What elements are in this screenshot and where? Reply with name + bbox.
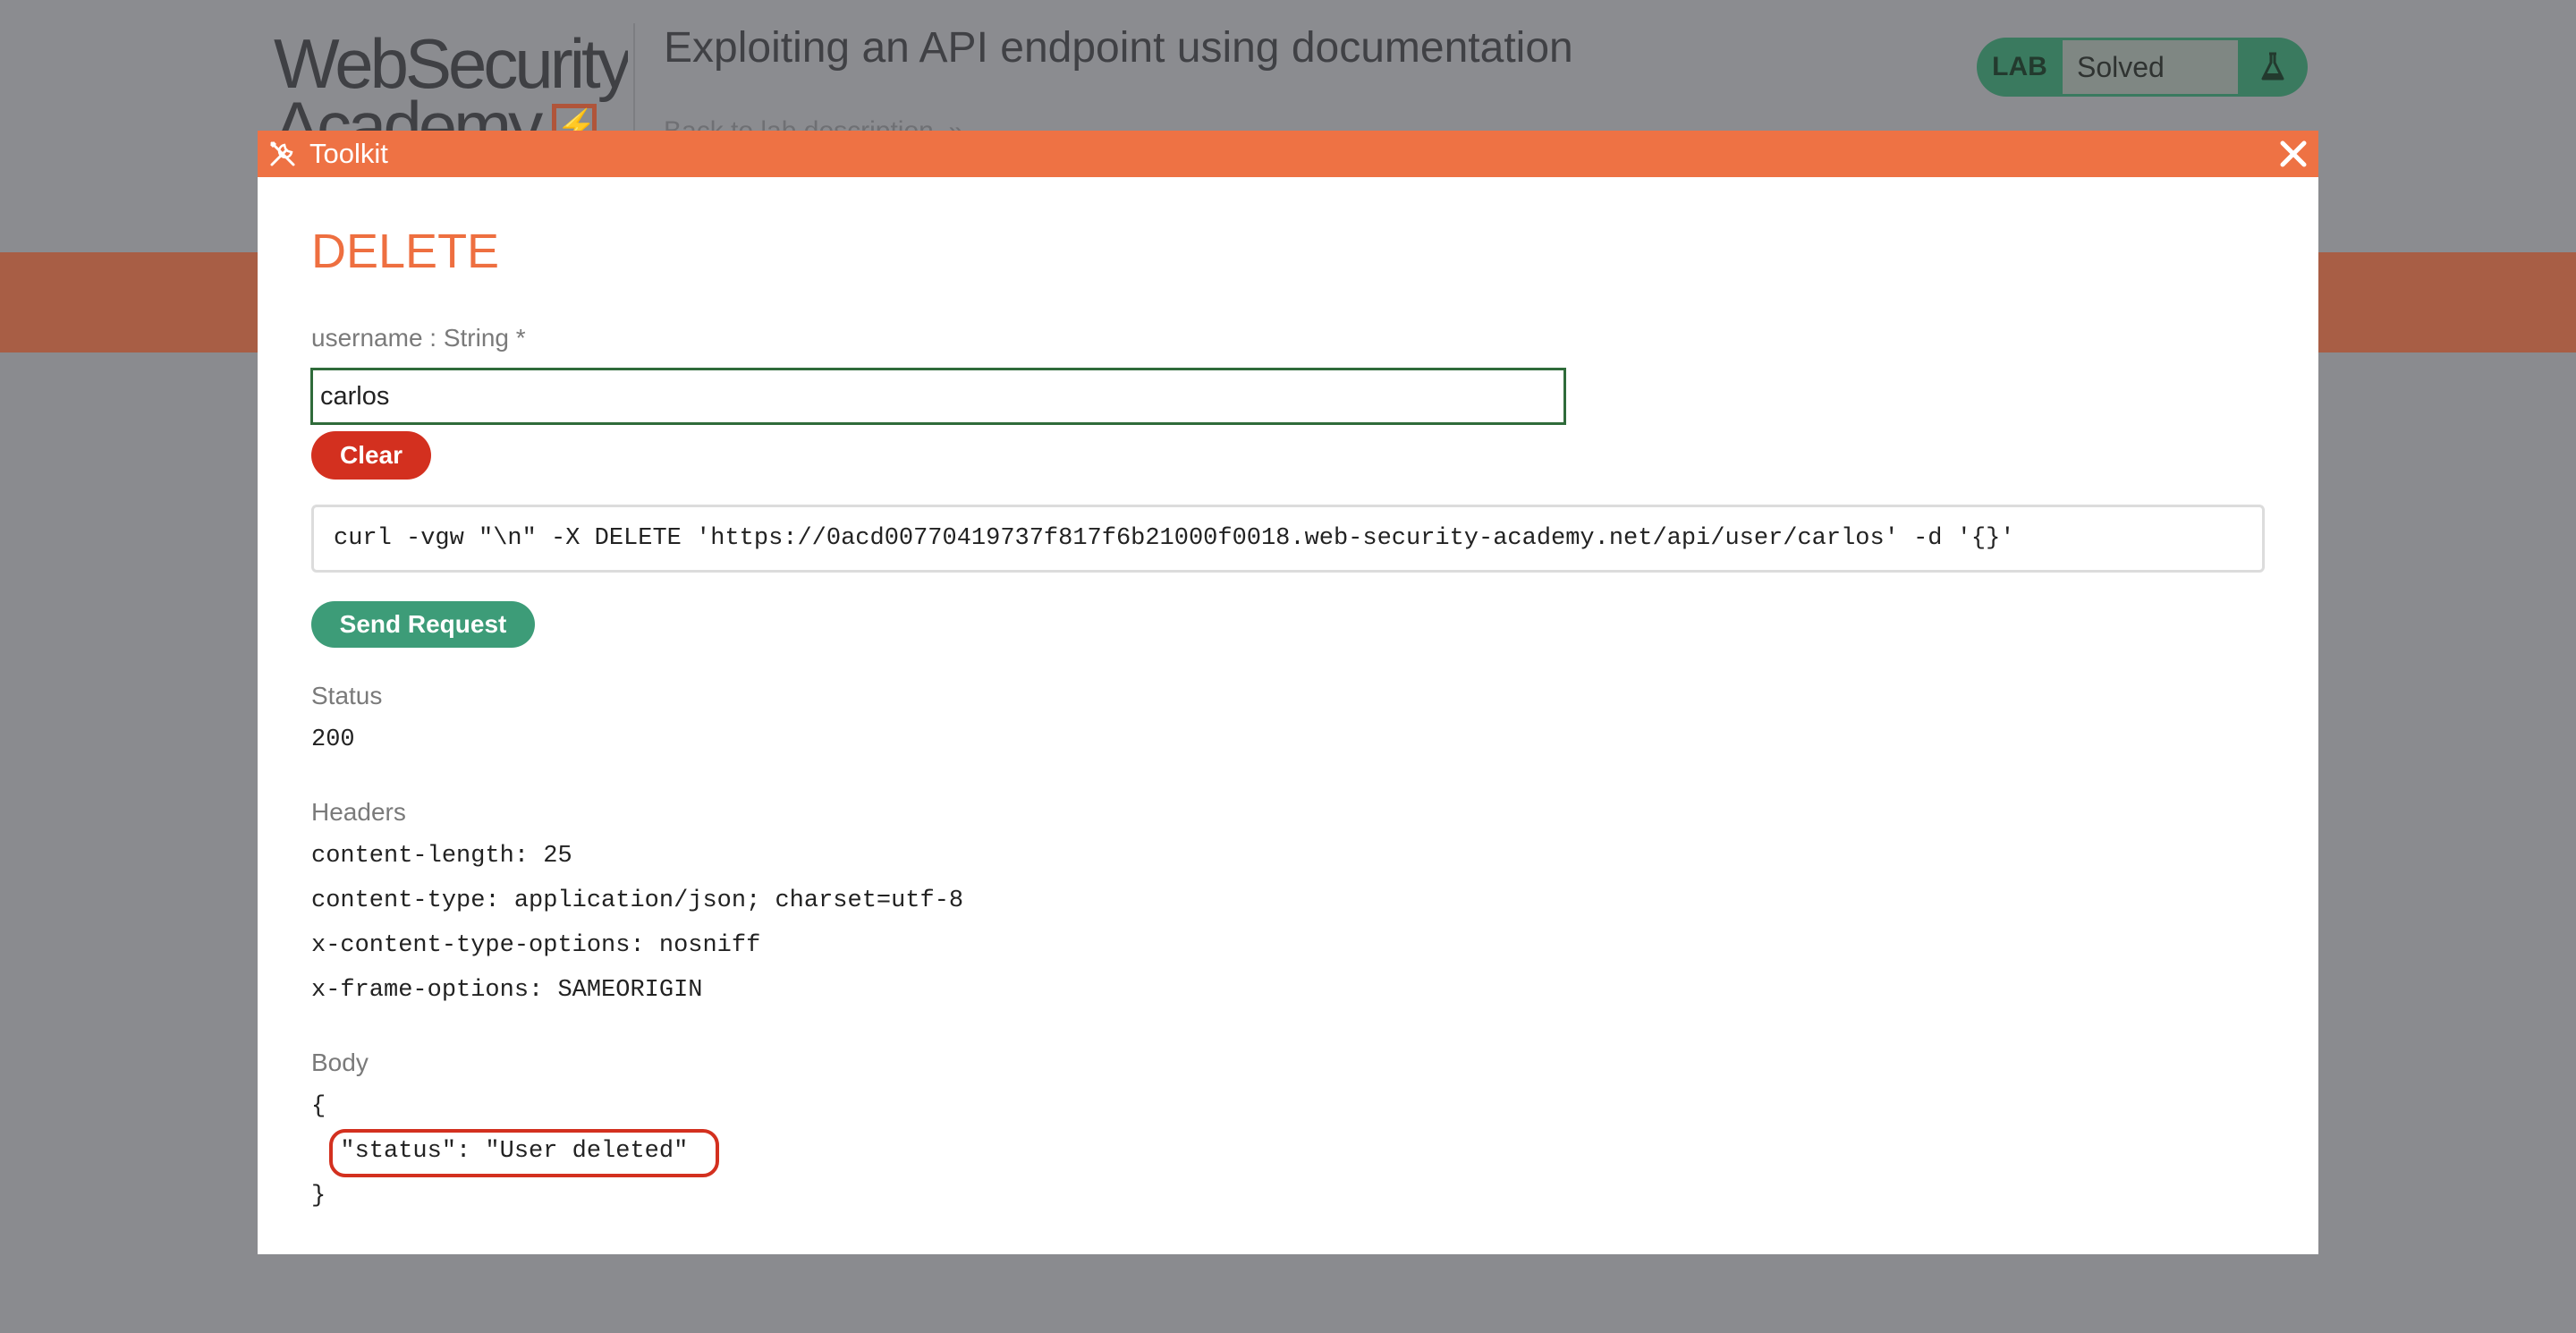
web-security-academy-logo[interactable]: WebSecurity Academy ⚡ xyxy=(274,32,628,132)
logo-line2: Academy xyxy=(274,87,543,132)
status-label: Status xyxy=(311,682,383,709)
lab-state: Solved xyxy=(2063,40,2238,94)
response-body-line: { xyxy=(311,1093,326,1120)
lab-status-badge: LAB Solved xyxy=(1977,38,2308,97)
username-input[interactable] xyxy=(310,368,1566,425)
toolkit-title: Toolkit xyxy=(309,138,388,169)
curl-command-box[interactable]: curl -vgw "\n" -X DELETE 'https://0acd00… xyxy=(311,505,2265,573)
username-param-label: username : String * xyxy=(311,324,526,352)
response-body-line: } xyxy=(311,1183,326,1210)
response-header: x-content-type-options: nosniff xyxy=(311,932,761,959)
response-header: content-length: 25 xyxy=(311,843,572,870)
close-icon[interactable] xyxy=(2275,136,2311,172)
flask-icon xyxy=(2238,52,2308,82)
status-highlight-annotation xyxy=(329,1129,719,1177)
response-header: content-type: application/json; charset=… xyxy=(311,887,964,914)
tools-icon xyxy=(270,141,295,166)
headers-label: Headers xyxy=(311,798,406,826)
logo-line1: WebSecurity xyxy=(274,32,628,103)
status-value: 200 xyxy=(311,726,355,753)
toolkit-titlebar: Toolkit xyxy=(258,131,2318,177)
toolkit-modal: Toolkit DELETE username : String * Clear… xyxy=(258,131,2318,1254)
lab-tag: LAB xyxy=(1992,52,2047,81)
lab-title: Exploiting an API endpoint using documen… xyxy=(664,24,1573,72)
clear-button[interactable]: Clear xyxy=(311,431,431,480)
header-divider xyxy=(633,23,635,131)
http-method-heading: DELETE xyxy=(311,225,500,278)
logo-bolt-icon: ⚡ xyxy=(552,104,597,132)
send-request-button[interactable]: Send Request xyxy=(311,601,535,648)
response-header: x-frame-options: SAMEORIGIN xyxy=(311,977,703,1004)
body-label: Body xyxy=(311,1049,369,1076)
